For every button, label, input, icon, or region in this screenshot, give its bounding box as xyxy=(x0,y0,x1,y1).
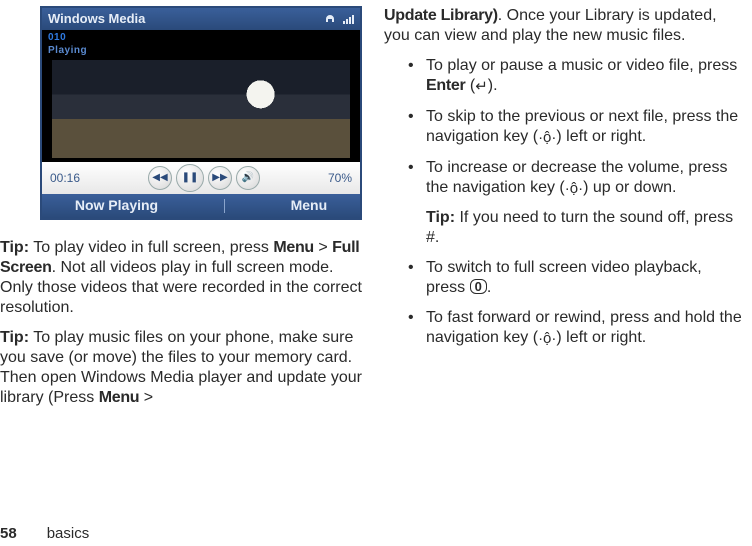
track-meta: 010 Playing xyxy=(42,30,360,60)
text: ) up or down. xyxy=(583,179,676,196)
text: If you need to turn the sound off, press… xyxy=(426,209,733,246)
volume-pct: 70% xyxy=(328,171,352,186)
section-label: basics xyxy=(47,525,90,542)
tip-music: Tip: To play music files on your phone, … xyxy=(0,328,362,408)
menu-key: Menu xyxy=(273,239,314,256)
pause-icon[interactable]: ❚❚ xyxy=(176,164,204,192)
text: To switch to full screen video playback,… xyxy=(426,259,702,296)
signal-icon xyxy=(342,13,354,25)
speaker-icon[interactable]: 🔊 xyxy=(236,166,260,190)
page-footer: 58 basics xyxy=(0,525,89,542)
list-item: To fast forward or rewind, press and hol… xyxy=(408,308,742,349)
softkey-bar: Now Playing Menu xyxy=(42,194,360,218)
elapsed-time: 00:16 xyxy=(50,171,80,186)
text: To play video in full screen, press xyxy=(29,239,273,256)
media-player-mock: Windows Media 010 Playing 00:16 ◀◀ ❚❚ xyxy=(40,6,362,220)
list-item: To skip to the previous or next file, pr… xyxy=(408,107,742,148)
next-icon[interactable]: ▶▶ xyxy=(208,166,232,190)
nav-key-icon: ·ộ· xyxy=(538,330,556,347)
text: . xyxy=(487,279,491,296)
transport-controls: ◀◀ ❚❚ ▶▶ 🔊 xyxy=(148,164,260,192)
tip-mute: Tip: If you need to turn the sound off, … xyxy=(384,208,742,248)
update-library-key: Update Library) xyxy=(384,7,498,24)
text: > xyxy=(139,389,153,406)
track-id: 010 xyxy=(48,32,66,43)
text: > xyxy=(314,239,332,256)
text: To play or pause a music or video file, … xyxy=(426,57,737,74)
softkey-divider xyxy=(224,199,225,213)
player-title: Windows Media xyxy=(48,11,145,27)
tip-label: Tip: xyxy=(426,209,455,226)
video-frame xyxy=(52,60,350,158)
headset-icon xyxy=(324,13,336,25)
status-icons xyxy=(324,13,354,25)
tip-label: Tip: xyxy=(0,239,29,256)
text: ) left or right. xyxy=(556,128,646,145)
enter-key: Enter xyxy=(426,77,465,94)
control-bar: 00:16 ◀◀ ❚❚ ▶▶ 🔊 70% xyxy=(42,162,360,194)
nav-key-icon: ·ộ· xyxy=(565,180,583,197)
text: To play music files on your phone, make … xyxy=(0,329,362,406)
page-number: 58 xyxy=(0,525,17,542)
video-area: 010 Playing xyxy=(42,30,360,162)
text: ) left or right. xyxy=(556,329,646,346)
list-item: To play or pause a music or video file, … xyxy=(408,56,742,97)
play-state: Playing xyxy=(48,45,87,56)
enter-icon: ↵ xyxy=(475,78,488,95)
nav-key-icon: ·ộ· xyxy=(538,129,556,146)
player-titlebar: Windows Media xyxy=(42,8,360,30)
text: ( xyxy=(465,77,475,94)
text: . Not all videos play in full screen mod… xyxy=(0,259,362,316)
softkey-left[interactable]: Now Playing xyxy=(75,197,158,215)
softkey-right[interactable]: Menu xyxy=(291,197,328,215)
update-library-cont: Update Library). Once your Library is up… xyxy=(384,6,742,46)
text: ). xyxy=(488,77,498,94)
list-item: To increase or decrease the volume, pres… xyxy=(408,158,742,199)
zero-key-icon: 0 xyxy=(470,279,487,294)
tip-label: Tip: xyxy=(0,329,29,346)
prev-icon[interactable]: ◀◀ xyxy=(148,166,172,190)
list-item: To switch to full screen video playback,… xyxy=(408,258,742,298)
tip-fullscreen: Tip: To play video in full screen, press… xyxy=(0,238,362,318)
menu-key: Menu xyxy=(99,389,140,406)
